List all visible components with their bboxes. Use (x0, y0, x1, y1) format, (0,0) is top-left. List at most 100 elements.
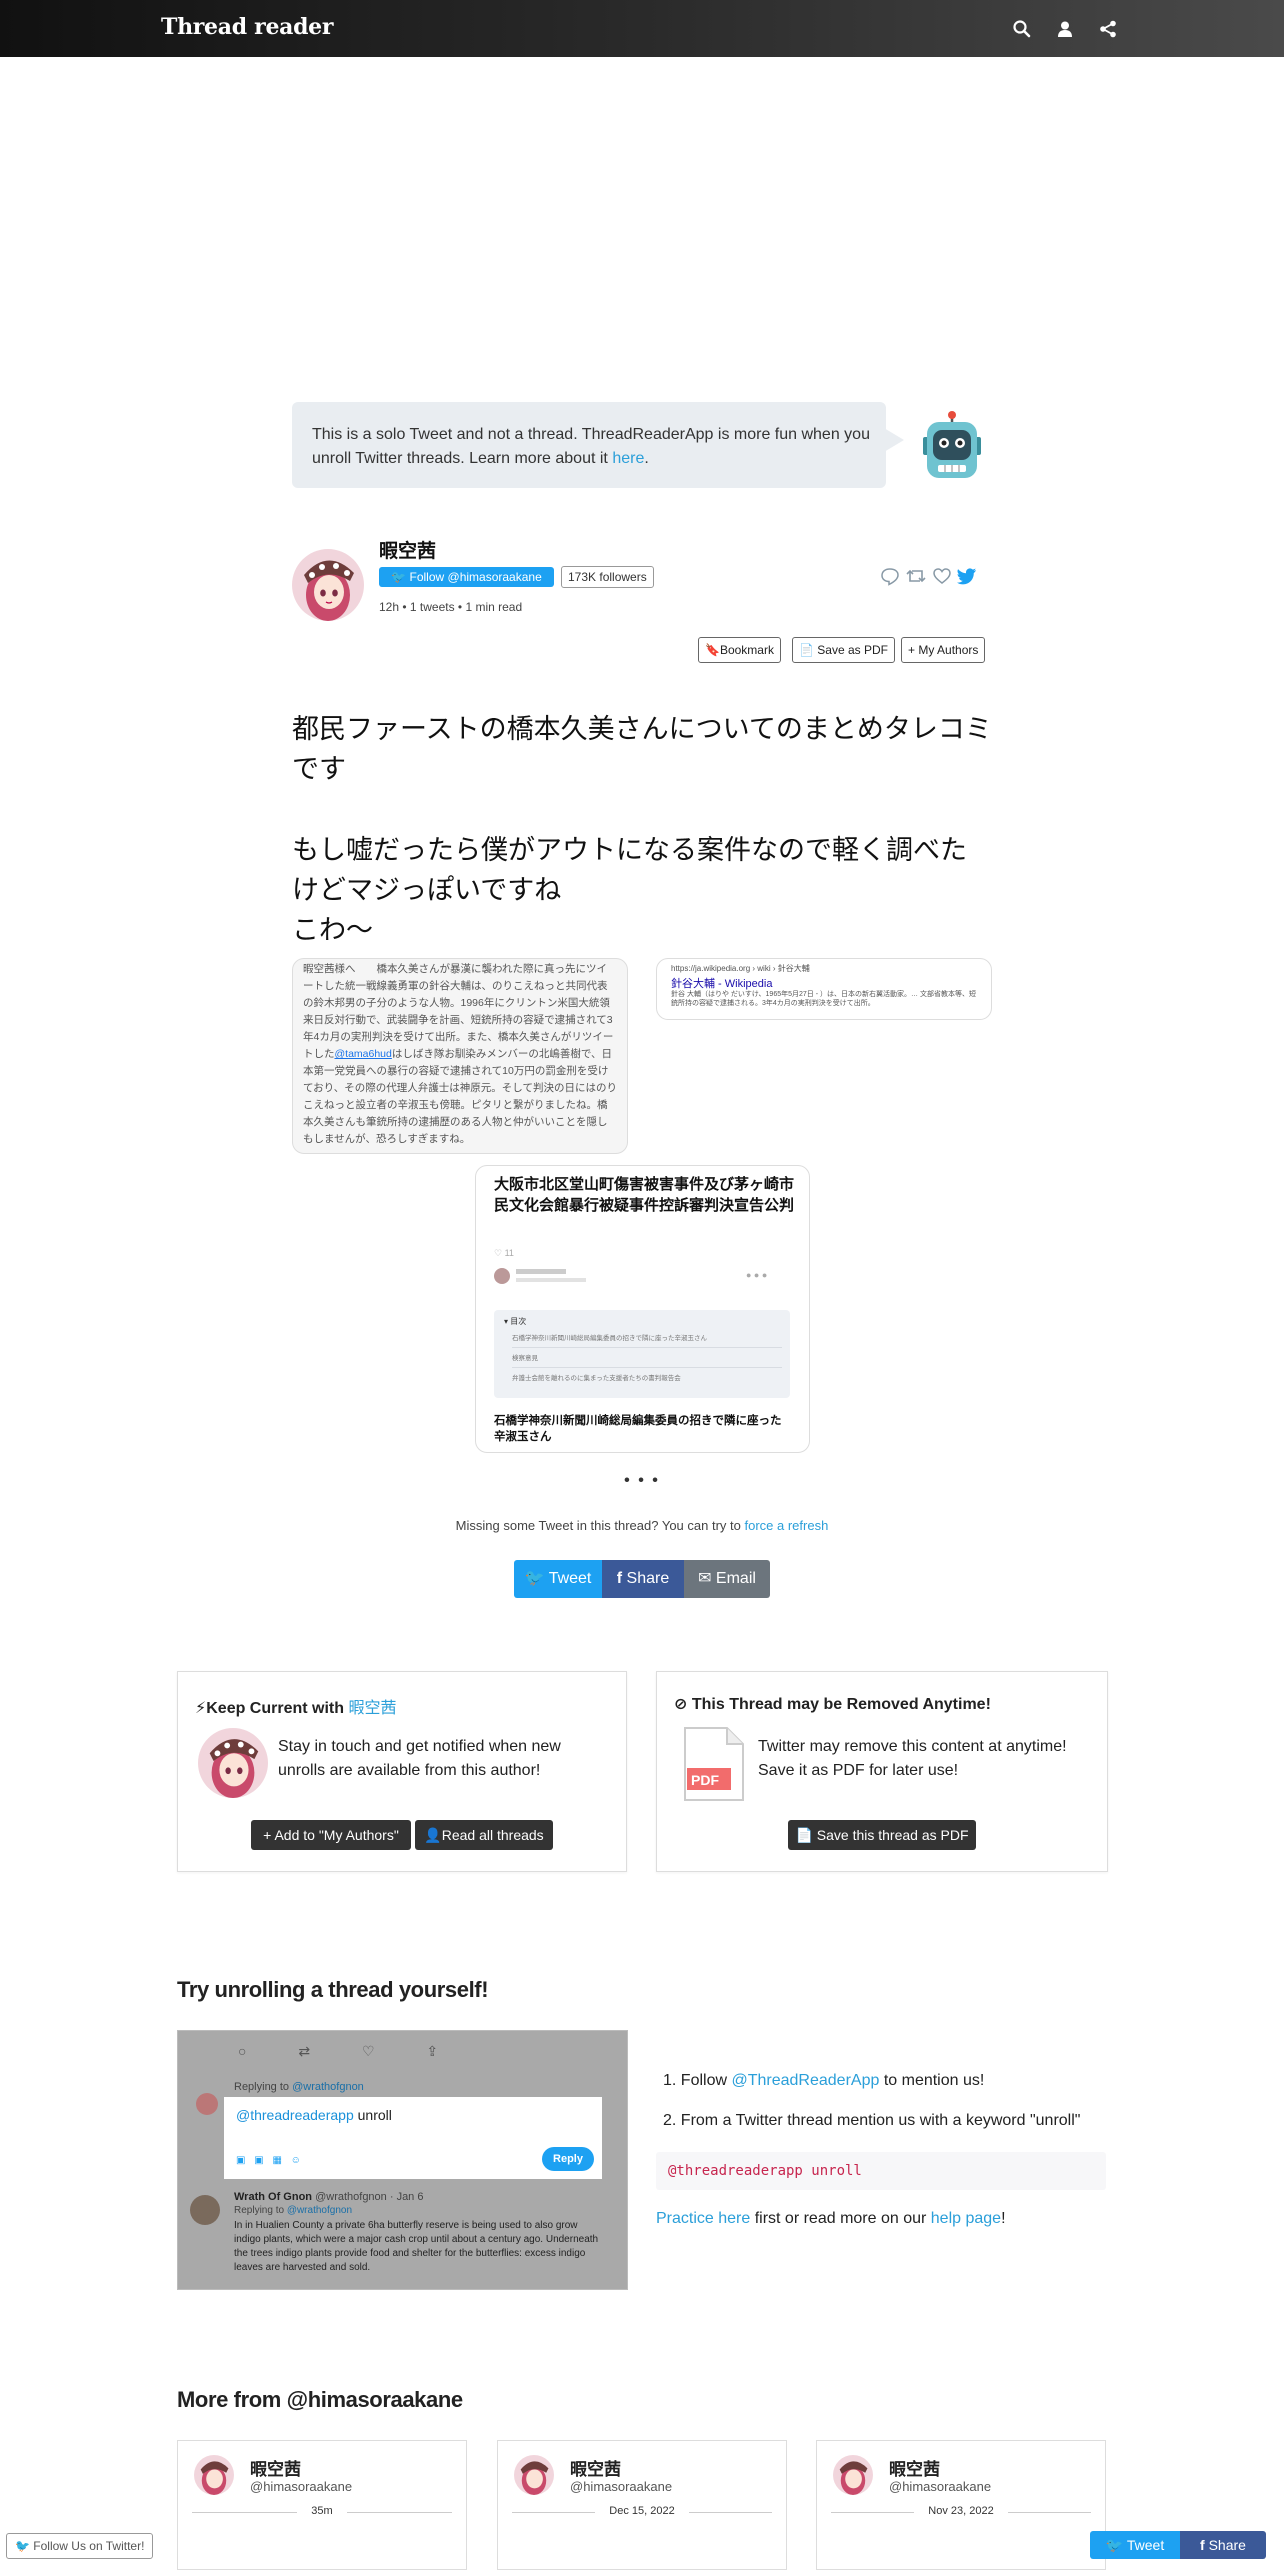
twitter-icon[interactable] (957, 566, 977, 586)
pdf-file-icon (684, 1727, 744, 1801)
try-unrolling-title: Try unrolling a thread yourself! (177, 1977, 489, 2002)
card-author-name: 暇空茜 (889, 2460, 940, 2479)
author-avatar[interactable] (198, 1728, 268, 1798)
tweet-text-line2: もし嘘だったら僕がアウトになる案件なので軽く調べたけどマジっぽいですね (292, 835, 967, 905)
practice-end: ! (1001, 2210, 1006, 2227)
card-author-name: 暇空茜 (250, 2460, 301, 2479)
solo-tweet-notice: This is a solo Tweet and not a thread. T… (292, 402, 904, 488)
demo-action-icons: ○ ⇄ ♡ ⇪ (238, 2043, 439, 2059)
demo-unroll-word: unroll (353, 2107, 392, 2123)
save-as-pdf-button[interactable]: 📄 Save as PDF (792, 637, 895, 663)
force-refresh-link[interactable]: force a refresh (744, 1518, 828, 1533)
practice-mid: first or read more on our (750, 2210, 931, 2227)
card-author-handle: @himasoraakane (570, 2479, 673, 2494)
lightning-icon: ⚡ (195, 1700, 207, 1717)
step1-post: to mention us! (879, 2072, 985, 2089)
top-navbar: Thread reader (0, 0, 1284, 57)
tweet-image-text-screenshot[interactable]: 暇空茜様へ 橋本久美さんが暴漢に襲われた際に真っ先にツイートした統一戦線義勇軍の… (292, 958, 628, 1154)
pdf-label: PDF (691, 1772, 719, 1788)
facebook-icon: f (1200, 2537, 1209, 2553)
footer-tweet-button[interactable]: 🐦 Tweet (1090, 2531, 1180, 2559)
demo-mention: @threadreaderapp (236, 2107, 354, 2123)
more-thread-card[interactable]: 暇空茜 @himasoraakane Nov 23, 2022 (816, 2440, 1106, 2570)
demo-reply-button: Reply (542, 2147, 594, 2171)
demo-author-meta: @wrathofgnon · Jan 6 (315, 2191, 424, 2203)
wiki-snippet: 針谷 大輔（はりや だいすけ、1965年5月27日 - ）は、日本の新右翼活動家… (671, 991, 976, 1007)
unroll-demo-image: ○ ⇄ ♡ ⇪ Replying to @wrathofgnon @thread… (177, 2030, 628, 2290)
keep-current-author-link[interactable]: 暇空茜 (348, 1700, 396, 1717)
follow-us-label: Follow Us on Twitter! (33, 2539, 145, 2553)
demo-reply-box: @threadreaderapp unroll ▣ ▣ ▦ ☺ Reply (224, 2097, 602, 2179)
author-avatar (194, 2455, 234, 2495)
missing-text: Missing some Tweet in this thread? You c… (455, 1518, 745, 1533)
footer-share-button[interactable]: f Share (1180, 2531, 1266, 2559)
card-author-name: 暇空茜 (570, 2460, 621, 2479)
more-from-title: More from @himasoraakane (177, 2387, 463, 2412)
more-thread-card[interactable]: 暇空茜 @himasoraakane 35m (177, 2440, 467, 2570)
keep-current-body: Stay in touch and get notified when new … (278, 1738, 561, 1779)
demo-avatar (196, 2093, 218, 2115)
share-icon[interactable] (1098, 19, 1118, 39)
wiki-title: 針谷大輔 - Wikipedia (671, 978, 773, 990)
card-author-handle: @himasoraakane (250, 2479, 353, 2494)
wiki-url: https://ja.wikipedia.org › wiki › 針谷大輔 (671, 964, 810, 973)
removal-body: Twitter may remove this content at anyti… (758, 1738, 1067, 1779)
plus-icon: + (263, 1827, 275, 1843)
unroll-code: @threadreaderapp unroll (668, 2163, 862, 2179)
threadreaderapp-link[interactable]: @ThreadReaderApp (731, 2072, 879, 2089)
read-all-threads-button[interactable]: 👤Read all threads (415, 1820, 553, 1850)
unroll-step-2: 2. From a Twitter thread mention us with… (663, 2112, 1081, 2129)
email-share-button[interactable]: ✉ Email (684, 1560, 770, 1598)
help-page-link[interactable]: help page (931, 2210, 1001, 2227)
save-thread-pdf-button[interactable]: 📄 Save this thread as PDF (788, 1820, 976, 1850)
notice-learn-more-link[interactable]: here (612, 450, 644, 467)
plus-icon: + (908, 643, 919, 657)
ban-icon: ⊘ (674, 1696, 692, 1713)
toc-item: 石橋学神奈川新聞川崎総局編集委員の招きで隣に座った辛淑玉さん (512, 1332, 782, 1348)
footer-share-label: Share (1208, 2537, 1246, 2553)
tweet-text-line1: 都民ファーストの橋本久美さんについてのまとめタレコミです (292, 714, 992, 784)
retweet-icon[interactable] (906, 566, 926, 586)
toc-heading: ▾ 目次 (504, 1317, 527, 1326)
demo-author: Wrath Of Gnon (234, 2191, 313, 2203)
user-icon: 👤 (424, 1827, 442, 1843)
practice-here-link[interactable]: Practice here (656, 2210, 750, 2227)
follow-us-twitter-button[interactable]: 🐦 Follow Us on Twitter! (6, 2533, 154, 2559)
add-to-my-authors-button[interactable]: + Add to "My Authors" (251, 1820, 411, 1850)
bookmark-button[interactable]: 🔖Bookmark (698, 637, 781, 663)
step2-text: From a Twitter thread mention us with a … (680, 2112, 1081, 2129)
user-icon[interactable] (1055, 19, 1075, 39)
author-name[interactable]: 暇空茜 (379, 536, 436, 563)
my-authors-button[interactable]: + My Authors (901, 637, 986, 663)
follow-author-button[interactable]: 🐦 Follow @himasoraakane (379, 567, 554, 587)
screenshot-mention-link: @tama6hud (334, 1048, 392, 1060)
author-avatar (833, 2455, 873, 2495)
search-icon[interactable] (1012, 19, 1032, 39)
keep-current-panel: ⚡Keep Current with 暇空茜 Stay in touch and… (177, 1671, 627, 1872)
more-thread-card[interactable]: 暇空茜 @himasoraakane Dec 15, 2022 (497, 2440, 787, 2570)
tweet-image-wikipedia[interactable]: https://ja.wikipedia.org › wiki › 針谷大輔 針… (656, 958, 992, 1020)
missing-tweet-notice: Missing some Tweet in this thread? You c… (0, 1518, 1284, 1533)
email-label: Email (715, 1570, 756, 1587)
removal-warning-panel: ⊘ This Thread may be Removed Anytime! PD… (656, 1671, 1108, 1872)
facebook-share-button[interactable]: f Share (602, 1560, 684, 1598)
demo-tweet-body: In in Hualien County a private 6ha butte… (234, 2220, 599, 2273)
article-share-icons: ● ● ● (746, 1270, 768, 1280)
robot-icon (923, 411, 981, 478)
demo-author-avatar (190, 2195, 220, 2225)
reply-icon[interactable] (880, 566, 900, 586)
tweet-image-article[interactable]: 大阪市北区堂山町傷害被害事件及び茅ヶ崎市民文化会館暴行被疑事件控訴審判決宣告公判… (475, 1165, 810, 1453)
screenshot-text: 暇空茜様へ 橋本久美さんが暴漢に襲われた際に真っ先にツイートした統一戦線義勇軍の… (303, 963, 614, 1060)
step1-pre: Follow (680, 2072, 732, 2089)
card-date: Nov 23, 2022 (914, 2505, 1008, 2517)
article-date-line (516, 1278, 586, 1282)
logo[interactable]: Thread reader (161, 14, 333, 40)
author-avatar[interactable] (292, 549, 364, 621)
practice-help-line: Practice here first or read more on our … (656, 2210, 1006, 2228)
tweet-share-button[interactable]: 🐦 Tweet (514, 1560, 602, 1598)
demo-replying-2: Replying to (234, 2205, 287, 2216)
like-icon[interactable] (932, 566, 952, 586)
thread-meta: 12h • 1 tweets • 1 min read (379, 600, 523, 614)
demo-toolbar-icons: ▣ ▣ ▦ ☺ (236, 2155, 301, 2166)
read-all-label: Read all threads (441, 1827, 544, 1843)
